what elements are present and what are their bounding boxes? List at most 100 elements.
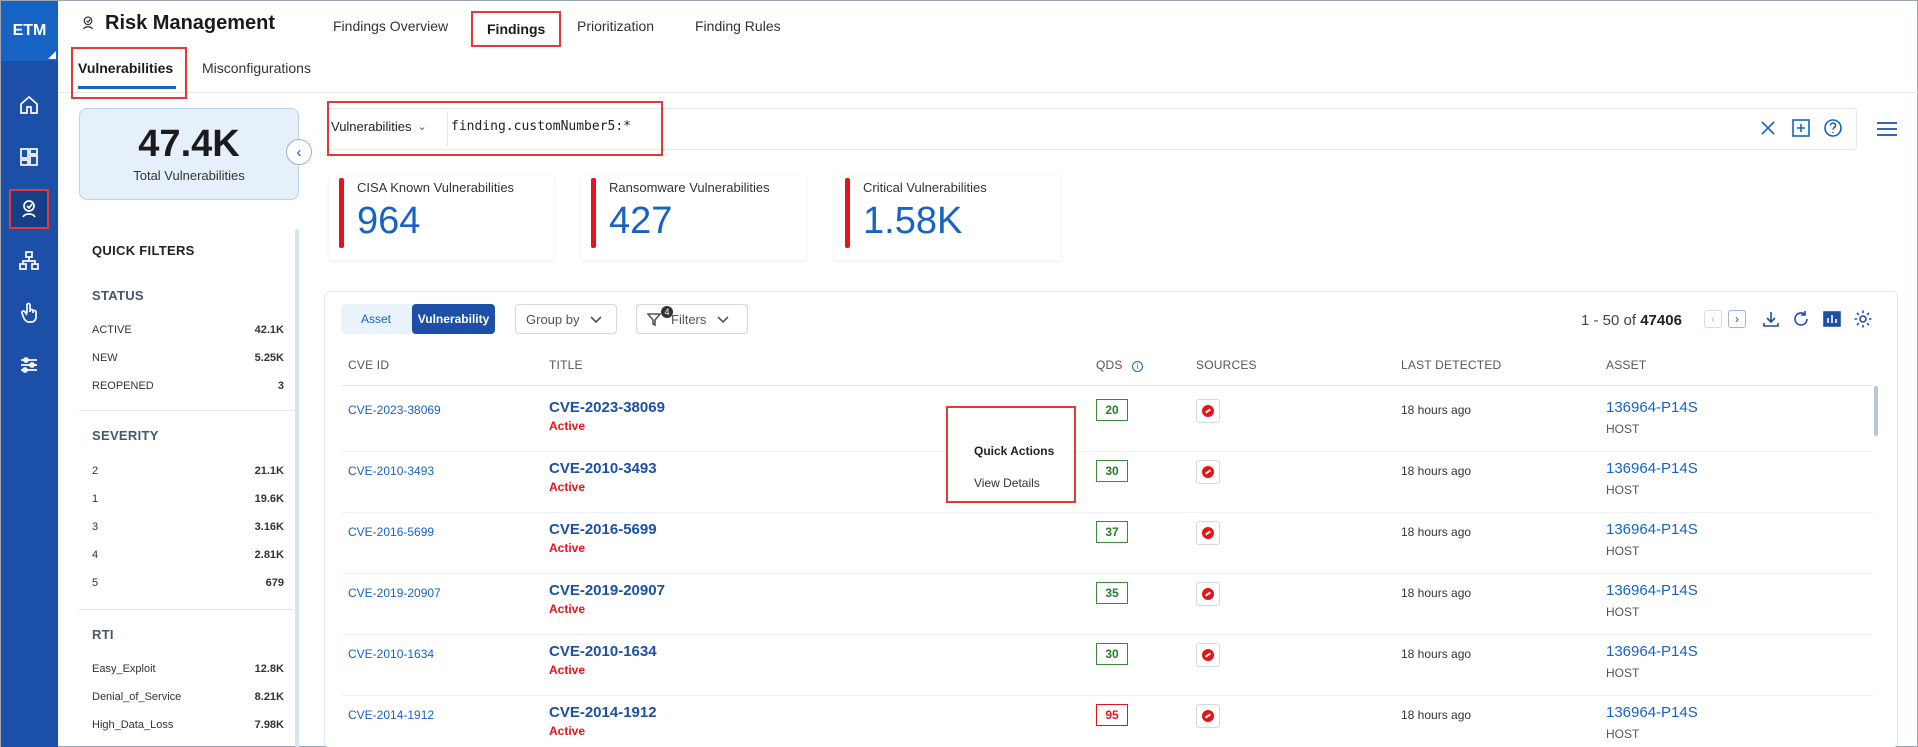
filter-item-severity-2[interactable]: 2 21.1K <box>92 465 284 477</box>
stat-card-critical[interactable]: Critical Vulnerabilities 1.58K <box>835 176 1060 260</box>
filter-item-denial-of-service[interactable]: Denial_of_Service 8.21K <box>92 691 284 703</box>
table-row[interactable]: CVE-2019-20907 CVE-2019-20907 Active 35 … <box>341 574 1873 635</box>
asset-type: HOST <box>1606 605 1640 619</box>
filter-item-reopened[interactable]: REOPENED 3 <box>92 380 284 392</box>
asset-link[interactable]: 136964-P14S <box>1606 704 1698 721</box>
hand-pointer-icon[interactable] <box>9 293 49 333</box>
prev-page-button[interactable]: ‹ <box>1704 310 1722 328</box>
asset-link[interactable]: 136964-P14S <box>1606 521 1698 538</box>
view-vulnerability-button[interactable]: Vulnerability <box>412 304 495 334</box>
quick-filters-title: QUICK FILTERS <box>92 243 195 258</box>
collapse-panel-button[interactable]: ‹ <box>286 139 312 165</box>
cve-id-link[interactable]: CVE-2019-20907 <box>348 586 441 600</box>
risk-management-icon[interactable] <box>9 189 49 229</box>
table-row[interactable]: CVE-2016-5699 CVE-2016-5699 Active 37 18… <box>341 513 1873 574</box>
help-icon[interactable] <box>1822 117 1844 139</box>
column-header-title[interactable]: TITLE <box>549 358 583 372</box>
divider <box>79 410 294 411</box>
status-label: Active <box>549 663 586 677</box>
column-header-last-detected[interactable]: LAST DETECTED <box>1401 358 1501 372</box>
download-icon[interactable] <box>1760 308 1782 330</box>
last-detected: 18 hours ago <box>1401 464 1472 478</box>
chevron-down-icon <box>590 316 603 324</box>
column-header-sources[interactable]: SOURCES <box>1196 358 1257 372</box>
source-icon <box>1196 521 1220 545</box>
tab-findings[interactable]: Findings <box>471 11 562 47</box>
cve-id-link[interactable]: CVE-2010-3493 <box>348 464 434 478</box>
filter-item-high-data-loss[interactable]: High_Data_Loss 7.98K <box>92 719 284 731</box>
info-icon[interactable]: i <box>1132 361 1144 372</box>
refresh-icon[interactable] <box>1790 308 1812 330</box>
last-detected: 18 hours ago <box>1401 403 1472 417</box>
group-by-dropdown[interactable]: Group by <box>515 304 617 334</box>
next-page-button[interactable]: › <box>1728 310 1746 328</box>
filter-item-new[interactable]: NEW 5.25K <box>92 352 284 364</box>
sliders-icon[interactable] <box>9 345 49 385</box>
settings-gear-icon[interactable] <box>1852 308 1874 330</box>
asset-hierarchy-icon[interactable] <box>9 241 49 281</box>
finding-title-link[interactable]: CVE-2010-3493 <box>549 460 657 477</box>
finding-title-link[interactable]: CVE-2019-20907 <box>549 582 665 599</box>
tab-prioritization[interactable]: Prioritization <box>577 13 654 39</box>
finding-title-link[interactable]: CVE-2014-1912 <box>549 704 657 721</box>
tab-misconfigurations[interactable]: Misconfigurations <box>202 60 311 76</box>
total-vulnerabilities-card[interactable]: 47.4K Total Vulnerabilities <box>79 108 299 200</box>
tab-finding-rules[interactable]: Finding Rules <box>695 13 781 39</box>
clear-icon[interactable] <box>1757 117 1779 139</box>
chevron-left-icon: ‹ <box>296 143 302 161</box>
asset-link[interactable]: 136964-P14S <box>1606 399 1698 416</box>
column-header-asset[interactable]: ASSET <box>1606 358 1646 372</box>
status-label: Active <box>549 480 586 494</box>
table-scrollbar[interactable] <box>1874 386 1878 436</box>
filter-item-severity-1[interactable]: 1 19.6K <box>92 493 284 505</box>
column-header-cve-id[interactable]: CVE ID <box>348 358 389 372</box>
finding-title-link[interactable]: CVE-2023-38069 <box>549 399 665 416</box>
source-icon <box>1196 704 1220 728</box>
column-header-qds[interactable]: QDS i <box>1096 358 1144 372</box>
qds-badge: 95 <box>1096 704 1128 726</box>
view-details-menu-item[interactable]: View Details <box>974 476 1040 490</box>
stat-card-cisa[interactable]: CISA Known Vulnerabilities 964 <box>329 176 554 260</box>
chart-view-icon[interactable] <box>1821 308 1843 330</box>
filter-group-severity: SEVERITY <box>92 428 159 443</box>
finding-title-link[interactable]: CVE-2016-5699 <box>549 521 657 538</box>
critical-bar <box>591 178 596 248</box>
view-asset-button[interactable]: Asset <box>341 304 411 334</box>
table-row[interactable]: CVE-2010-1634 CVE-2010-1634 Active 30 18… <box>341 635 1873 696</box>
last-detected: 18 hours ago <box>1401 525 1472 539</box>
filter-item-active[interactable]: ACTIVE 42.1K <box>92 324 284 336</box>
home-icon[interactable] <box>9 85 49 125</box>
asset-type: HOST <box>1606 666 1640 680</box>
source-icon <box>1196 460 1220 484</box>
filter-item-easy-exploit[interactable]: Easy_Exploit 12.8K <box>92 663 284 675</box>
qds-badge: 35 <box>1096 582 1128 604</box>
asset-link[interactable]: 136964-P14S <box>1606 643 1698 660</box>
finding-title-link[interactable]: CVE-2010-1634 <box>549 643 657 660</box>
asset-link[interactable]: 136964-P14S <box>1606 460 1698 477</box>
menu-icon[interactable] <box>1875 119 1899 144</box>
etm-logo[interactable]: ETM <box>1 1 58 61</box>
quick-actions-title: Quick Actions <box>974 444 1055 458</box>
filters-scrollbar[interactable] <box>295 229 299 747</box>
cve-id-link[interactable]: CVE-2014-1912 <box>348 708 434 722</box>
cve-id-link[interactable]: CVE-2016-5699 <box>348 525 434 539</box>
cve-id-link[interactable]: CVE-2010-1634 <box>348 647 434 661</box>
add-query-icon[interactable] <box>1790 117 1812 139</box>
stat-card-ransomware[interactable]: Ransomware Vulnerabilities 427 <box>581 176 806 260</box>
asset-link[interactable]: 136964-P14S <box>1606 582 1698 599</box>
chevron-right-icon: › <box>1735 312 1739 326</box>
table-row[interactable]: CVE-2023-38069 CVE-2023-38069 Active 20 … <box>341 391 1873 452</box>
search-highlight <box>327 101 663 156</box>
table-row[interactable]: CVE-2010-3493 CVE-2010-3493 Active 30 18… <box>341 452 1873 513</box>
last-detected: 18 hours ago <box>1401 586 1472 600</box>
filter-item-severity-4[interactable]: 4 2.81K <box>92 549 284 561</box>
cve-id-link[interactable]: CVE-2023-38069 <box>348 403 441 417</box>
filter-item-severity-3[interactable]: 3 3.16K <box>92 521 284 533</box>
filter-item-severity-5[interactable]: 5 679 <box>92 577 284 589</box>
source-icon <box>1196 399 1220 423</box>
tab-findings-overview[interactable]: Findings Overview <box>333 13 448 39</box>
dashboard-icon[interactable] <box>9 137 49 177</box>
filters-dropdown[interactable]: Filters <box>636 304 748 334</box>
filter-count-badge: 4 <box>661 306 673 318</box>
table-row[interactable]: CVE-2014-1912 CVE-2014-1912 Active 95 18… <box>341 696 1873 747</box>
